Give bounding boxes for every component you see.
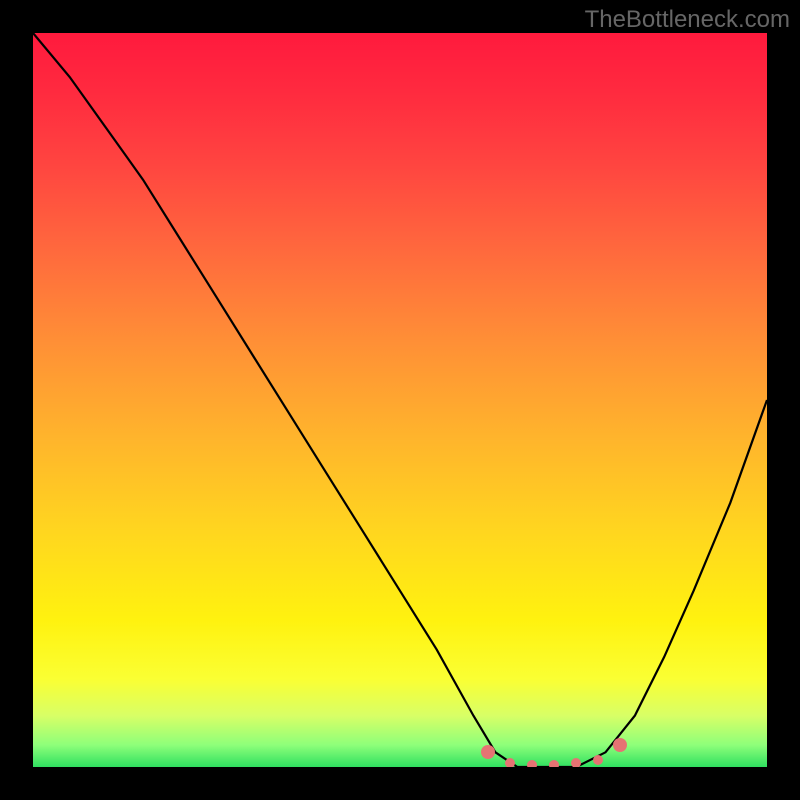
watermark-text: TheBottleneck.com: [585, 6, 790, 34]
curve-marker: [527, 760, 537, 767]
plot-area: [33, 33, 767, 767]
curve-marker: [505, 758, 515, 767]
curve-marker: [481, 745, 495, 759]
curve-markers: [33, 33, 767, 767]
curve-marker: [549, 760, 559, 767]
chart-container: TheBottleneck.com: [0, 0, 800, 800]
curve-marker: [613, 738, 627, 752]
curve-marker: [571, 758, 581, 767]
curve-marker: [593, 755, 603, 765]
